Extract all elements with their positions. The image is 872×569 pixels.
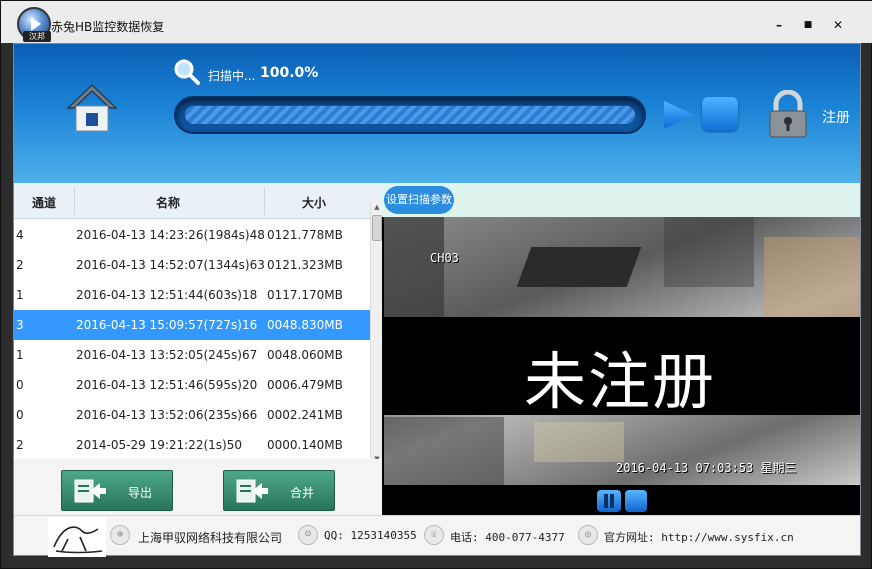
table-row[interactable]: 1 2016-04-13 12:51:44(603s)18 0117.170MB bbox=[14, 280, 370, 310]
column-header-channel[interactable]: 通道 bbox=[32, 194, 56, 211]
start-scan-icon[interactable] bbox=[662, 99, 696, 131]
column-header-name[interactable]: 名称 bbox=[156, 194, 180, 211]
scroll-up-arrow-icon[interactable]: ▲ bbox=[373, 203, 381, 211]
row-name: 2016-04-13 12:51:46(595s)20 bbox=[76, 378, 258, 392]
table-row[interactable]: 4 2016-04-13 14:23:26(1984s)48 0121.778MB bbox=[14, 220, 370, 250]
minimize-button[interactable]: – bbox=[769, 15, 789, 35]
row-channel: 0 bbox=[16, 378, 24, 392]
row-channel: 1 bbox=[16, 288, 24, 302]
row-name: 2016-04-13 13:52:05(245s)67 bbox=[76, 348, 258, 362]
scan-progress-bar bbox=[174, 96, 646, 134]
search-icon bbox=[174, 59, 200, 85]
footer-bar: ⊕ 上海甲驭网络科技有限公司 ☺ QQ: 1253140355 ☏ 电话: 40… bbox=[14, 515, 860, 557]
maximize-button[interactable]: ■ bbox=[798, 15, 818, 35]
table-row[interactable]: 2 2016-04-13 14:52:07(1344s)63 0121.323MB bbox=[14, 250, 370, 280]
table-row[interactable]: 2 2014-05-29 19:21:22(1s)50 0000.140MB bbox=[14, 430, 370, 460]
qq-icon: ☺ bbox=[298, 525, 318, 545]
table-row[interactable]: 3 2016-04-13 15:09:57(727s)16 0048.830MB bbox=[14, 310, 370, 340]
stop-scan-icon[interactable] bbox=[702, 97, 738, 131]
unregistered-watermark: 未注册 bbox=[524, 345, 717, 418]
app-window: 汉邦 赤兔HB监控数据恢复 – ■ ✕ 扫描中... 100.0% 注册 通道 … bbox=[0, 0, 872, 569]
merge-button[interactable]: 合并 bbox=[223, 470, 335, 511]
scroll-thumb[interactable] bbox=[372, 215, 382, 241]
row-name: 2016-04-13 13:52:06(235s)66 bbox=[76, 408, 258, 422]
row-channel: 3 bbox=[16, 318, 24, 332]
export-button-label: 导出 bbox=[128, 486, 153, 500]
lock-icon[interactable] bbox=[766, 90, 810, 138]
scan-progress-fill bbox=[184, 105, 636, 125]
stop-playback-icon[interactable] bbox=[625, 490, 647, 512]
column-header-size[interactable]: 大小 bbox=[302, 194, 326, 211]
video-frame[interactable]: CH03 未注册 2016-04-13 07:03:53 星期三 bbox=[384, 217, 860, 485]
company-name: 上海甲驭网络科技有限公司 bbox=[138, 531, 283, 545]
row-size: 0048.060MB bbox=[267, 348, 343, 362]
merge-icon bbox=[236, 479, 268, 503]
row-name: 2016-04-13 14:52:07(1344s)63 bbox=[76, 258, 265, 272]
row-size: 0117.170MB bbox=[267, 288, 343, 302]
list-scrollbar[interactable]: ▲ ▼ bbox=[370, 201, 382, 465]
phone-number: 电话: 400-077-4377 bbox=[450, 531, 565, 544]
row-name: 2014-05-29 19:21:22(1s)50 bbox=[76, 438, 242, 452]
globe-icon: ◎ bbox=[578, 525, 598, 545]
table-row[interactable]: 0 2016-04-13 12:51:46(595s)20 0006.479MB bbox=[14, 370, 370, 400]
toolbar-header: 扫描中... 100.0% 注册 bbox=[14, 44, 860, 183]
export-button[interactable]: 导出 bbox=[61, 470, 173, 511]
scan-status-label: 扫描中... bbox=[208, 69, 256, 83]
table-row[interactable]: 0 2016-04-13 13:52:06(235s)66 0002.241MB bbox=[14, 400, 370, 430]
row-size: 0121.778MB bbox=[267, 228, 343, 242]
register-link[interactable]: 注册 bbox=[822, 107, 850, 127]
camera-channel-label: CH03 bbox=[430, 251, 459, 265]
phone-icon: ☏ bbox=[424, 525, 444, 545]
row-size: 0006.479MB bbox=[267, 378, 343, 392]
main-content: 扫描中... 100.0% 注册 通道 名称 大小 4 2016-04-13 1… bbox=[13, 43, 861, 557]
title-bar[interactable]: 汉邦 赤兔HB监控数据恢复 – ■ ✕ bbox=[1, 1, 872, 43]
row-size: 0000.140MB bbox=[267, 438, 343, 452]
home-icon[interactable] bbox=[66, 82, 118, 134]
window-title: 赤兔HB监控数据恢复 bbox=[51, 20, 165, 34]
row-size: 0121.323MB bbox=[267, 258, 343, 272]
row-channel: 2 bbox=[16, 258, 24, 272]
row-name: 2016-04-13 12:51:44(603s)18 bbox=[76, 288, 258, 302]
scan-settings-tab[interactable]: 设置扫描参数 bbox=[384, 186, 454, 214]
export-icon bbox=[74, 479, 106, 503]
app-logo-icon: 汉邦 bbox=[17, 7, 51, 42]
row-size: 0048.830MB bbox=[267, 318, 343, 332]
video-preview-panel: 设置扫描参数 CH03 未注册 2016-04-13 07:03:53 星期三 bbox=[382, 183, 860, 515]
company-icon: ⊕ bbox=[110, 525, 130, 545]
row-name: 2016-04-13 14:23:26(1984s)48 bbox=[76, 228, 265, 242]
preview-tab-bar: 设置扫描参数 bbox=[382, 183, 860, 217]
company-logo-icon bbox=[48, 517, 106, 557]
table-row[interactable]: 1 2016-04-13 13:52:05(245s)67 0048.060MB bbox=[14, 340, 370, 370]
pause-icon[interactable] bbox=[597, 490, 621, 512]
row-channel: 2 bbox=[16, 438, 24, 452]
row-channel: 4 bbox=[16, 228, 24, 242]
row-name: 2016-04-13 15:09:57(727s)16 bbox=[76, 318, 258, 332]
video-timestamp: 2016-04-13 07:03:53 星期三 bbox=[616, 461, 797, 475]
website-link[interactable]: 官方网址: http://www.sysfix.cn bbox=[604, 529, 794, 545]
row-size: 0002.241MB bbox=[267, 408, 343, 422]
app-logo-tag: 汉邦 bbox=[23, 31, 51, 42]
qq-number: QQ: 1253140355 bbox=[324, 529, 417, 542]
scan-progress-percent: 100.0% bbox=[260, 65, 319, 81]
row-channel: 0 bbox=[16, 408, 24, 422]
action-button-area: 导出 合并 bbox=[14, 459, 382, 515]
close-button[interactable]: ✕ bbox=[828, 15, 848, 35]
row-channel: 1 bbox=[16, 348, 24, 362]
merge-button-label: 合并 bbox=[290, 486, 315, 500]
video-controls bbox=[384, 485, 860, 515]
list-header: 通道 名称 大小 bbox=[14, 183, 382, 219]
